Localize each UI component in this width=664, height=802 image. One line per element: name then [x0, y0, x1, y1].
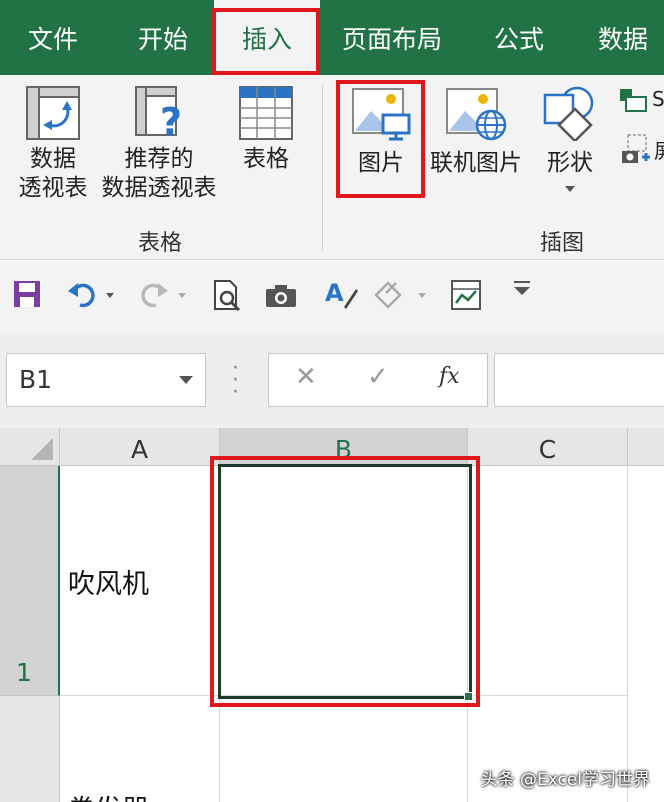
worksheet-grid: A B C 1 吹风机 卷发器: [0, 428, 664, 802]
ribbon-panel: 数据 透视表 ? 推荐的 数据透视表 表格 表格 图片 联机图片 形状 S 插图: [0, 75, 664, 260]
pivot-table-label-line1: 数据: [30, 146, 76, 172]
recommended-pivot-table-button[interactable]: ? 推荐的 数据透视表: [98, 85, 220, 203]
chart-icon[interactable]: [450, 279, 482, 311]
cell-a1[interactable]: 吹风机: [60, 466, 220, 696]
name-box[interactable]: B1: [6, 353, 206, 407]
screenshot-icon[interactable]: [620, 133, 650, 167]
recommended-pivot-icon: ?: [135, 86, 182, 141]
quick-access-toolbar: A: [0, 261, 664, 333]
group-separator: [322, 85, 323, 250]
svg-text:A: A: [325, 279, 344, 307]
save-icon[interactable]: [12, 279, 42, 309]
screenshot-label-partial[interactable]: 屏: [654, 135, 664, 164]
column-header-a[interactable]: A: [60, 428, 220, 466]
table-button[interactable]: 表格: [226, 85, 306, 174]
row-header-1[interactable]: 1: [0, 466, 60, 696]
name-box-value: B1: [19, 365, 53, 394]
formula-bar-resize-handle[interactable]: · · ·: [232, 358, 239, 404]
smartart-icon[interactable]: [618, 85, 648, 115]
recommended-pivot-label-line2: 数据透视表: [101, 175, 217, 201]
online-picture-label: 联机图片: [430, 150, 522, 176]
print-preview-icon[interactable]: [212, 279, 242, 313]
select-all-corner[interactable]: [0, 428, 60, 466]
row-header-2[interactable]: [0, 696, 60, 802]
font-color-icon[interactable]: A: [324, 279, 358, 311]
group-label-tables: 表格: [137, 231, 182, 256]
highlight-cell-b1: [210, 456, 480, 707]
redo-icon[interactable]: [138, 279, 170, 309]
online-picture-button[interactable]: 联机图片: [426, 85, 526, 178]
shape-fill-icon[interactable]: [372, 279, 408, 309]
cell-a2[interactable]: 卷发器: [60, 696, 220, 802]
formula-bar-area: B1 · · · ✕ ✓ fx: [0, 333, 664, 428]
formula-input[interactable]: [494, 353, 664, 407]
shapes-label: 形状: [547, 150, 593, 176]
highlight-insert-tab: [212, 8, 320, 75]
enter-icon[interactable]: ✓: [367, 362, 389, 392]
cancel-icon[interactable]: ✕: [295, 362, 317, 392]
tab-file[interactable]: 文件: [10, 0, 96, 75]
pivot-table-label-line2: 透视表: [18, 175, 88, 201]
column-header-d[interactable]: [628, 428, 664, 466]
cell-c1[interactable]: [468, 466, 628, 696]
shape-fill-dropdown-icon[interactable]: [418, 293, 426, 298]
smartart-label-partial[interactable]: S: [652, 87, 664, 111]
insert-function-button[interactable]: fx: [439, 364, 460, 389]
formula-bar-buttons: ✕ ✓ fx: [268, 353, 488, 407]
tab-data[interactable]: 数据: [580, 0, 664, 75]
undo-dropdown-icon[interactable]: [106, 293, 114, 298]
highlight-picture-button: [336, 80, 425, 198]
tab-formulas[interactable]: 公式: [476, 0, 562, 75]
table-icon: [239, 86, 293, 140]
name-box-dropdown-icon[interactable]: [179, 376, 193, 384]
pivot-table-button[interactable]: 数据 透视表: [8, 85, 98, 203]
online-picture-icon: [446, 88, 507, 141]
customize-toolbar-icon[interactable]: [514, 281, 532, 301]
cell-a2-text: 卷发器: [68, 788, 149, 802]
cell-b2[interactable]: [220, 696, 468, 802]
shapes-dropdown-arrow-icon[interactable]: [565, 186, 575, 192]
pivot-table-icon: [26, 86, 80, 140]
redo-dropdown-icon[interactable]: [178, 293, 186, 298]
recommended-pivot-label-line1: 推荐的: [124, 146, 194, 172]
group-label-illustrations: 插图: [539, 231, 584, 256]
svg-text:?: ?: [160, 100, 182, 141]
ribbon-tab-bar: 文件 开始 插入 页面布局 公式 数据: [0, 0, 664, 75]
camera-icon[interactable]: [264, 283, 298, 309]
column-header-c[interactable]: C: [468, 428, 628, 466]
watermark: 头条 @Excel学习世界: [480, 770, 650, 790]
tab-home[interactable]: 开始: [120, 0, 206, 75]
table-label: 表格: [243, 146, 289, 172]
row-header-1-label: 1: [16, 658, 32, 687]
shapes-button[interactable]: 形状: [534, 85, 606, 192]
cell-a1-text: 吹风机: [68, 569, 149, 600]
tab-page-layout[interactable]: 页面布局: [332, 0, 452, 75]
undo-icon[interactable]: [66, 279, 98, 309]
shapes-icon: [543, 86, 594, 141]
